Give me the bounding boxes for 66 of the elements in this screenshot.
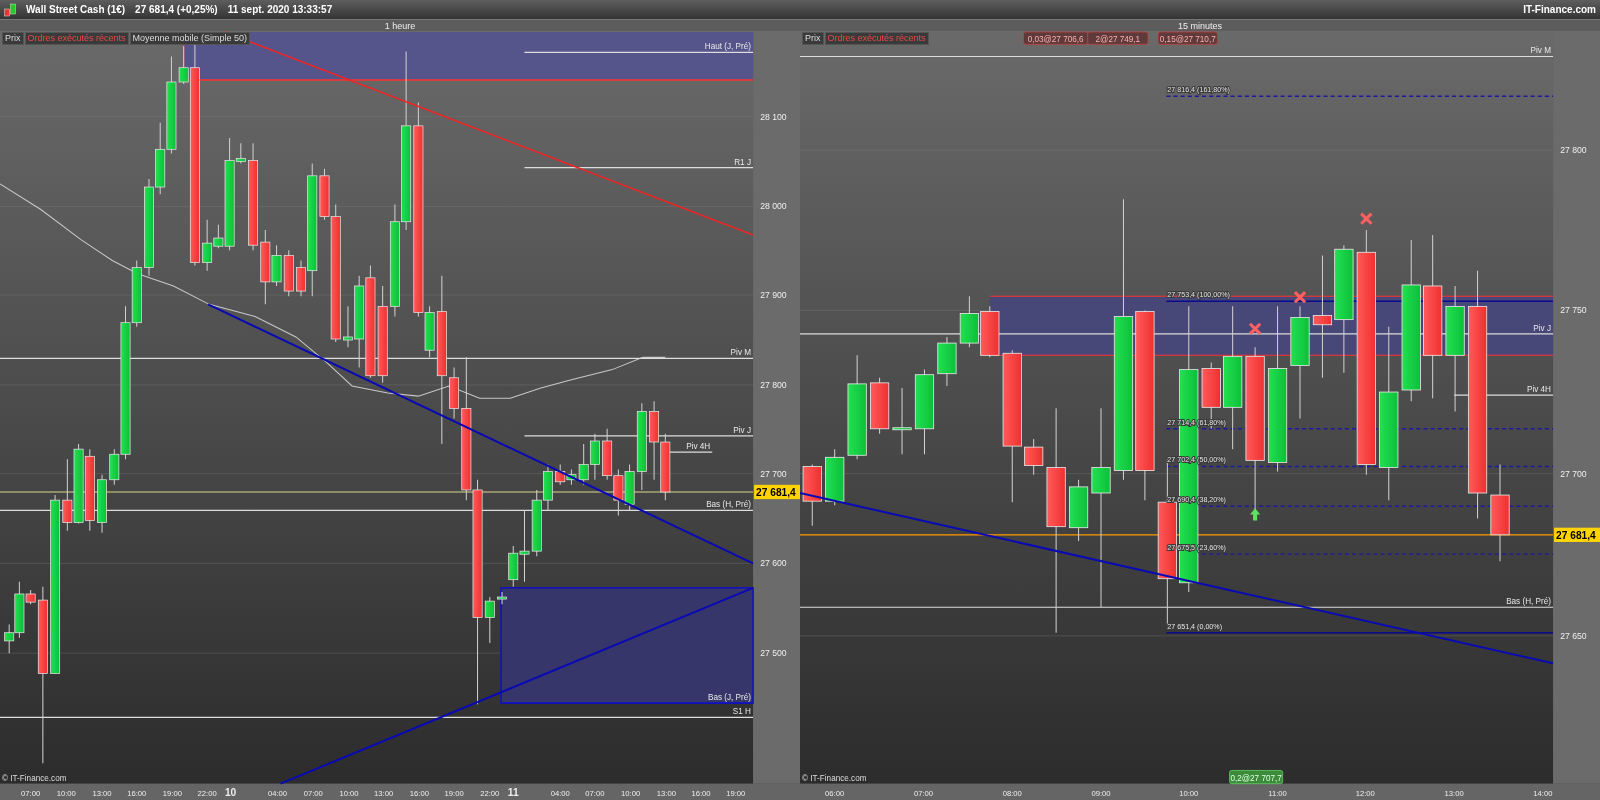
instrument-title: Wall Street Cash (1€) [26,4,126,15]
candle [555,463,566,486]
cross-marker-icon [1293,290,1307,304]
copyright-text: © IT-Finance.com [802,773,867,783]
price-change: 27 681,4 (+0,25%) [135,4,218,15]
timeframe-label: 1 heure [384,21,416,31]
candle [959,295,979,348]
up-arrow-icon [1250,508,1261,521]
legend-tab[interactable]: Moyenne mobile (Simple 50) [129,32,251,45]
legend-tab[interactable]: Prix [2,32,24,45]
fibonacci-label: 27 816,4 (161,80%) [1167,86,1230,95]
cross-marker-icon [1248,322,1262,336]
trade-label: 2@27 749,1 [1087,31,1149,45]
level-label: R1 J [734,157,751,167]
price-tick: 27 800 [760,379,787,390]
price-tick: 27 700 [760,468,787,479]
candle [870,377,890,435]
trade-label: 0,15@27 710,7 [1157,31,1218,45]
candle [937,336,957,387]
candle [497,591,507,605]
level-label: Piv M [1530,46,1551,56]
timeframe-label: 15 minutes [1178,21,1222,31]
candle [283,249,294,297]
price-tick: 28 100 [760,111,787,122]
candle [825,448,845,506]
level-label: Haut (J, Pré) [704,42,751,52]
candle [531,489,542,557]
candle [589,433,600,481]
candle [892,387,912,455]
level-label: Bas (H, Pré) [1506,597,1551,607]
price-tick: 27 600 [760,558,787,569]
price-tick: 27 900 [760,290,787,301]
level-label: Bas (J, Pré) [707,693,751,703]
legend-tab[interactable]: Prix [802,32,824,45]
price-tick: 27 700 [1560,468,1587,479]
candle [660,433,671,501]
price-tick: 27 500 [760,648,787,659]
level-label: Piv 4H [686,442,711,452]
candle [1069,479,1089,542]
level-label: Bas (H, Pré) [706,500,751,510]
candle [802,463,822,527]
level-label: S1 H [732,707,751,717]
candle [602,428,613,481]
fibonacci-label: 27 651,4 (0,00%) [1167,622,1223,631]
price-tick: 27 800 [1560,145,1587,156]
price-tick: 27 750 [1560,305,1587,316]
time-tick: 11 [507,786,519,798]
candle [97,474,107,534]
position-label: 0,2@27 707,7 [1229,770,1284,785]
time-tick: 10 [224,786,237,798]
candle [1024,438,1044,476]
price-tick: 28 000 [760,201,787,212]
candle [980,305,1000,358]
level-label: Piv J [733,425,751,435]
brand-name: IT-Finance.com [1523,4,1596,15]
candle [543,463,553,511]
level-label: Piv J [1533,323,1551,333]
candle [613,469,624,516]
copyright-text: © IT-Finance.com [2,773,67,783]
timestamp: 11 sept. 2020 13:33:57 [227,4,333,15]
trade-label: 0,03@27 706,6 [1023,31,1089,45]
level-label: Piv 4H [1527,385,1551,395]
price-tick: 27 650 [1560,630,1587,641]
candlestick-logo-icon [4,2,16,17]
cross-marker-icon [1359,212,1373,226]
level-label: Piv M [730,348,751,358]
